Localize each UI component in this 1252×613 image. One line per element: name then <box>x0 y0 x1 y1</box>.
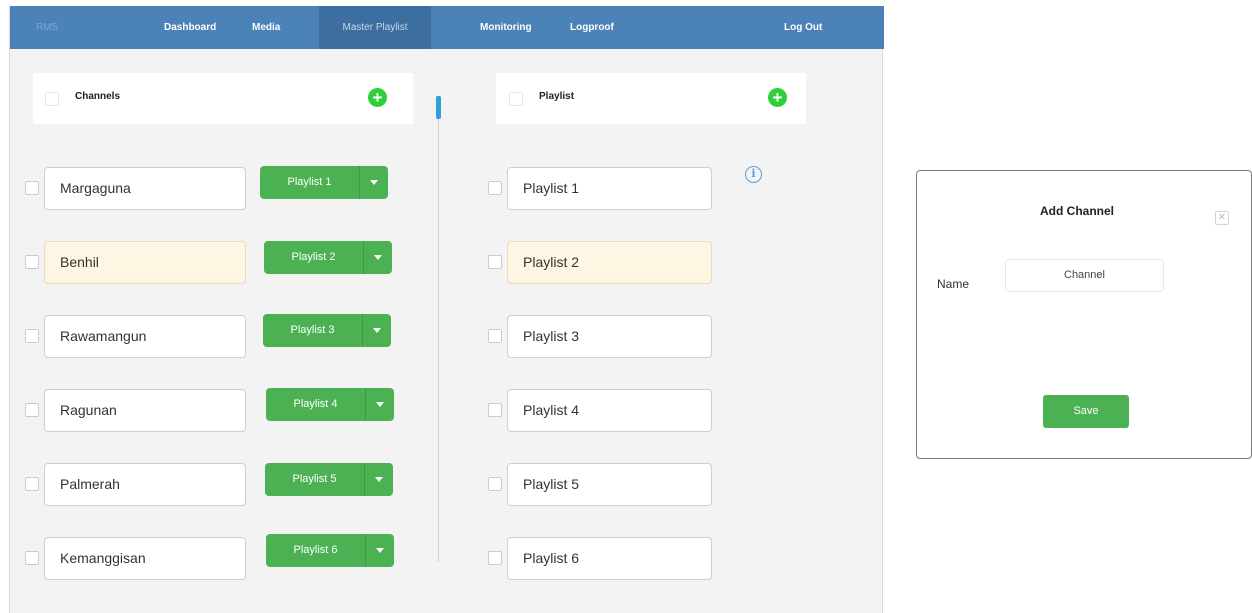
channel-row-checkbox[interactable] <box>25 551 39 565</box>
close-icon[interactable]: ✕ <box>1215 211 1229 225</box>
channel-name-field[interactable]: Ragunan <box>44 389 246 432</box>
playlist-row-checkbox[interactable] <box>488 477 502 491</box>
playlist-name-field[interactable]: Playlist 5 <box>507 463 712 506</box>
channel-name-field[interactable]: Margaguna <box>44 167 246 210</box>
playlist-dropdown-label[interactable]: Playlist 6 <box>266 534 365 567</box>
scrollbar-thumb[interactable] <box>436 96 441 119</box>
info-icon[interactable]: i <box>745 166 762 183</box>
playlist-select-all-checkbox[interactable] <box>509 92 523 106</box>
channel-row-checkbox[interactable] <box>25 329 39 343</box>
nav-logproof[interactable]: Logproof <box>570 6 614 49</box>
brand-logo[interactable]: RMS <box>36 6 58 49</box>
top-navbar: RMS Dashboard Media Master Playlist Moni… <box>10 6 884 49</box>
channel-name-field[interactable]: Rawamangun <box>44 315 246 358</box>
playlist-dropdown-label[interactable]: Playlist 3 <box>263 314 362 347</box>
channel-row-checkbox[interactable] <box>25 403 39 417</box>
playlist-dropdown-label[interactable]: Playlist 5 <box>265 463 364 496</box>
add-playlist-icon[interactable]: + <box>768 88 787 107</box>
save-button[interactable]: Save <box>1043 395 1129 428</box>
playlist-row-checkbox[interactable] <box>488 551 502 565</box>
logout-link[interactable]: Log Out <box>784 6 822 49</box>
nav-monitoring[interactable]: Monitoring <box>480 6 532 49</box>
playlist-header-label: Playlist <box>539 91 575 102</box>
playlist-dropdown-button[interactable]: Playlist 6 <box>266 534 394 567</box>
nav-master-playlist[interactable]: Master Playlist <box>319 6 431 49</box>
name-label: Name <box>937 277 970 291</box>
caret-down-icon[interactable] <box>363 314 391 347</box>
channels-header-label: Channels <box>75 91 121 102</box>
caret-down-icon[interactable] <box>365 463 393 496</box>
channels-header: Channels + <box>33 73 413 124</box>
channel-row-checkbox[interactable] <box>25 255 39 269</box>
playlist-name-field[interactable]: Playlist 6 <box>507 537 712 580</box>
playlist-name-field[interactable]: Playlist 2 <box>507 241 712 284</box>
playlist-row-checkbox[interactable] <box>488 329 502 343</box>
channel-row-checkbox[interactable] <box>25 181 39 195</box>
channel-row-checkbox[interactable] <box>25 477 39 491</box>
playlist-name-field[interactable]: Playlist 1 <box>507 167 712 210</box>
channel-name-field[interactable]: Kemanggisan <box>44 537 246 580</box>
playlist-name-field[interactable]: Playlist 4 <box>507 389 712 432</box>
playlist-row-checkbox[interactable] <box>488 181 502 195</box>
channel-name-field[interactable]: Palmerah <box>44 463 246 506</box>
add-channel-dialog: Add Channel ✕ Name Channel Save <box>916 170 1252 459</box>
caret-down-icon[interactable] <box>364 241 392 274</box>
caret-down-icon[interactable] <box>366 534 394 567</box>
playlist-dropdown-button[interactable]: Playlist 5 <box>265 463 393 496</box>
nav-media[interactable]: Media <box>252 6 280 49</box>
channel-name-field[interactable]: Benhil <box>44 241 246 284</box>
playlist-row-checkbox[interactable] <box>488 255 502 269</box>
playlist-dropdown-button[interactable]: Playlist 4 <box>266 388 394 421</box>
playlist-dropdown-button[interactable]: Playlist 1 <box>260 166 388 199</box>
dialog-title: Add Channel <box>1040 204 1114 218</box>
caret-down-icon[interactable] <box>366 388 394 421</box>
playlist-dropdown-label[interactable]: Playlist 4 <box>266 388 365 421</box>
playlist-row-checkbox[interactable] <box>488 403 502 417</box>
playlist-dropdown-button[interactable]: Playlist 2 <box>264 241 392 274</box>
nav-dashboard[interactable]: Dashboard <box>164 6 216 49</box>
playlist-dropdown-label[interactable]: Playlist 1 <box>260 166 359 199</box>
playlist-dropdown-button[interactable]: Playlist 3 <box>263 314 391 347</box>
add-channel-icon[interactable]: + <box>368 88 387 107</box>
playlist-dropdown-label[interactable]: Playlist 2 <box>264 241 363 274</box>
app-window: RMS Dashboard Media Master Playlist Moni… <box>9 6 884 613</box>
channels-select-all-checkbox[interactable] <box>45 92 59 106</box>
playlist-header: Playlist + <box>496 73 806 124</box>
caret-down-icon[interactable] <box>360 166 388 199</box>
playlist-name-field[interactable]: Playlist 3 <box>507 315 712 358</box>
channel-name-input[interactable]: Channel <box>1005 259 1164 292</box>
panel-divider <box>438 100 439 562</box>
